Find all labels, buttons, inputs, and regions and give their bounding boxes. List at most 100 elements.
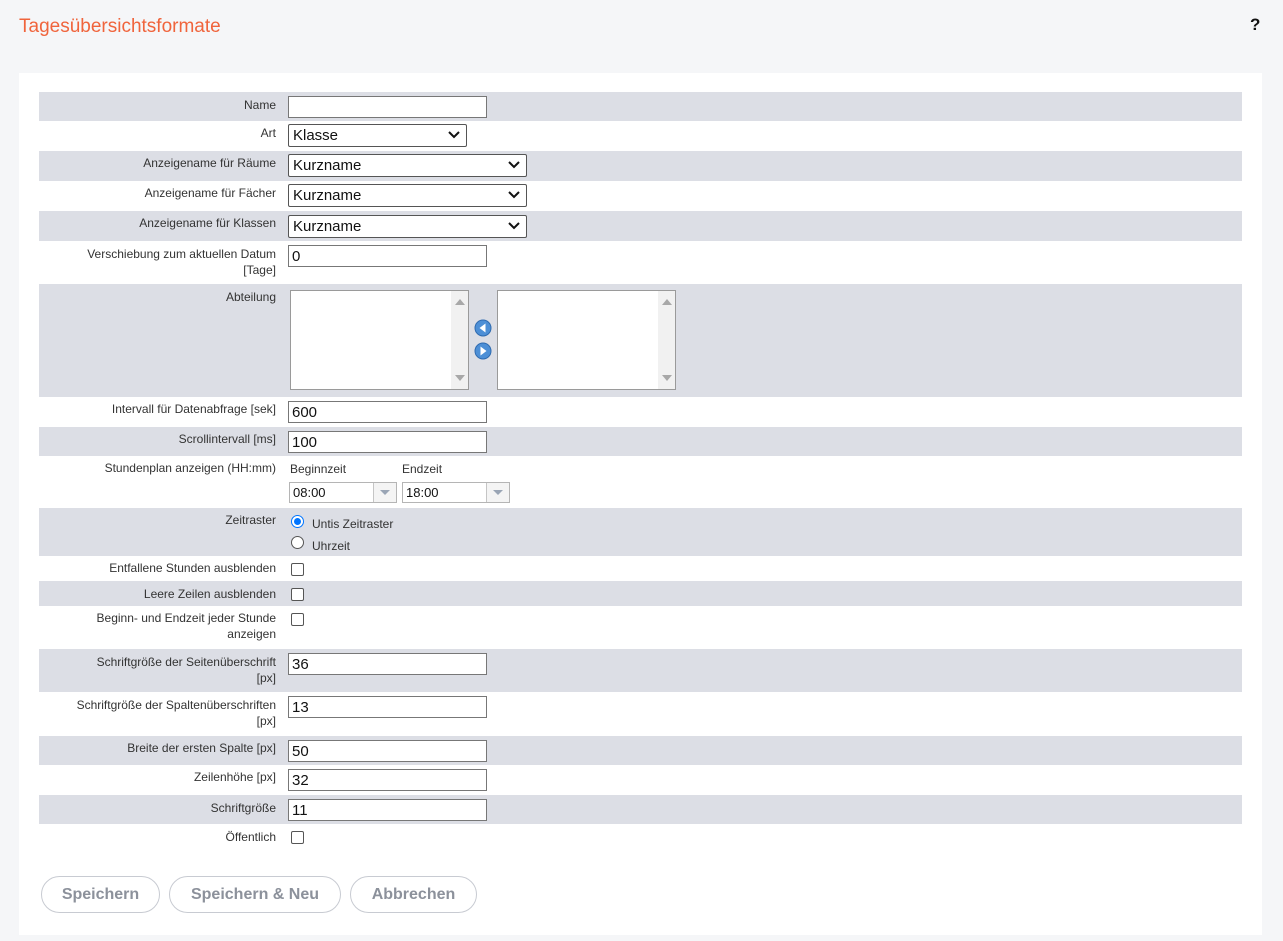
klassen-select[interactable]: Kurzname — [288, 215, 527, 238]
scroll-up-icon[interactable] — [455, 299, 465, 305]
chevron-down-icon — [508, 191, 520, 199]
abteilung-label: Abteilung — [225, 290, 276, 304]
faecher-label: Anzeigename für Fächer — [144, 186, 276, 200]
intervall-input[interactable] — [288, 401, 487, 423]
chevron-down-icon[interactable] — [486, 483, 509, 502]
schrift-seite-label: Schriftgröße der Seitenüberschrift [px] — [36, 654, 276, 686]
radio-untis-zeitraster[interactable] — [291, 515, 304, 528]
begin-time-combo[interactable]: 08:00 — [289, 482, 397, 503]
chevron-down-icon — [448, 131, 460, 139]
row-faecher: Anzeigename für Fächer Kurzname — [39, 181, 1242, 211]
zeilenhoehe-label: Zeilenhöhe [px] — [193, 770, 276, 784]
schrift-seite-label-line2: [px] — [256, 671, 276, 685]
faecher-select[interactable]: Kurzname — [288, 184, 527, 207]
row-art: Art Klasse — [39, 121, 1242, 151]
row-stundenplan: Stundenplan anzeigen (HH:mm) Beginnzeit … — [39, 456, 1242, 508]
beginn-endzeit-label: Beginn- und Endzeit jeder Stunde anzeige… — [36, 610, 276, 642]
row-klassen: Anzeigename für Klassen Kurzname — [39, 211, 1242, 241]
end-time-combo[interactable]: 18:00 — [402, 482, 510, 503]
scrollbar[interactable] — [451, 291, 468, 389]
end-time-label: Endzeit — [402, 462, 443, 476]
leere-checkbox[interactable] — [291, 588, 304, 601]
schriftgroesse-input[interactable] — [288, 799, 487, 821]
row-beginn-endzeit: Beginn- und Endzeit jeder Stunde anzeige… — [39, 606, 1242, 649]
raeume-label: Anzeigename für Räume — [143, 156, 276, 170]
radio-untis-label: Untis Zeitraster — [312, 517, 394, 531]
zeilenhoehe-input[interactable] — [288, 769, 487, 791]
raeume-select-value: Kurzname — [293, 157, 362, 174]
begin-time-label: Beginnzeit — [290, 462, 347, 476]
scroll-label: Scrollintervall [ms] — [178, 432, 276, 446]
name-input[interactable] — [288, 96, 487, 118]
name-label: Name — [243, 98, 276, 112]
schrift-spalte-input[interactable] — [288, 696, 487, 718]
chevron-down-icon — [508, 222, 520, 230]
oeffentlich-label: Öffentlich — [225, 830, 276, 844]
row-abteilung: Abteilung — [39, 284, 1242, 397]
verschiebung-label: Verschiebung zum aktuellen Datum [Tage] — [36, 246, 276, 278]
chevron-down-icon[interactable] — [373, 483, 396, 502]
cancel-button[interactable]: Abbrechen — [350, 876, 477, 913]
scroll-down-icon[interactable] — [455, 375, 465, 381]
scroll-down-icon[interactable] — [662, 375, 672, 381]
intervall-label: Intervall für Datenabfrage [sek] — [111, 402, 276, 416]
leere-label: Leere Zeilen ausblenden — [143, 587, 276, 601]
klassen-label: Anzeigename für Klassen — [139, 216, 276, 230]
form-card: Name Art Klasse Anzeigename für Räume Ku… — [19, 73, 1262, 935]
schrift-seite-label-line1: Schriftgröße der Seitenüberschrift — [96, 655, 276, 669]
oeffentlich-checkbox[interactable] — [291, 831, 304, 844]
entfallene-checkbox[interactable] — [291, 563, 304, 576]
faecher-select-value: Kurzname — [293, 187, 362, 204]
row-schrift-spalte: Schriftgröße der Spaltenüberschriften [p… — [39, 692, 1242, 736]
help-icon[interactable]: ? — [1250, 15, 1260, 35]
abteilung-available-list[interactable] — [290, 290, 469, 390]
schrift-spalte-label-line1: Schriftgröße der Spaltenüberschriften — [76, 698, 276, 712]
verschiebung-label-line1: Verschiebung zum aktuellen Datum — [87, 247, 276, 261]
row-verschiebung: Verschiebung zum aktuellen Datum [Tage] — [39, 241, 1242, 284]
end-time-value: 18:00 — [406, 485, 439, 500]
arrow-right-circle-icon[interactable] — [474, 342, 492, 360]
verschiebung-input[interactable] — [288, 245, 487, 267]
schriftgroesse-label: Schriftgröße — [210, 801, 276, 815]
schrift-seite-input[interactable] — [288, 653, 487, 675]
scrollbar[interactable] — [658, 291, 675, 389]
zeitraster-label: Zeitraster — [225, 513, 276, 527]
arrow-left-circle-icon[interactable] — [474, 319, 492, 337]
radio-uhrzeit[interactable] — [291, 536, 304, 549]
format-form: Name Art Klasse Anzeigename für Räume Ku… — [39, 92, 1242, 854]
scroll-up-icon[interactable] — [662, 299, 672, 305]
row-leere: Leere Zeilen ausblenden — [39, 581, 1242, 606]
row-zeitraster: Zeitraster Untis Zeitraster Uhrzeit — [39, 508, 1242, 556]
row-zeilenhoehe: Zeilenhöhe [px] — [39, 765, 1242, 795]
row-oeffentlich: Öffentlich — [39, 824, 1242, 854]
page-title: Tagesübersichtsformate — [19, 16, 221, 37]
radio-uhrzeit-label: Uhrzeit — [312, 539, 351, 553]
raeume-select[interactable]: Kurzname — [288, 154, 527, 177]
row-intervall: Intervall für Datenabfrage [sek] — [39, 397, 1242, 427]
chevron-down-icon — [508, 161, 520, 169]
klassen-select-value: Kurzname — [293, 218, 362, 235]
beginn-endzeit-label-line1: Beginn- und Endzeit jeder Stunde — [96, 611, 276, 625]
breite-label: Breite der ersten Spalte [px] — [127, 741, 276, 755]
row-entfallene: Entfallene Stunden ausblenden — [39, 556, 1242, 581]
schrift-spalte-label-line2: [px] — [256, 714, 276, 728]
row-raeume: Anzeigename für Räume Kurzname — [39, 151, 1242, 181]
breite-input[interactable] — [288, 740, 487, 762]
row-schriftgroesse: Schriftgröße — [39, 795, 1242, 824]
row-name: Name — [39, 92, 1242, 121]
save-button[interactable]: Speichern — [41, 876, 160, 913]
schrift-spalte-label: Schriftgröße der Spaltenüberschriften [p… — [36, 697, 276, 729]
row-breite: Breite der ersten Spalte [px] — [39, 736, 1242, 765]
art-select[interactable]: Klasse — [288, 124, 467, 147]
save-new-button[interactable]: Speichern & Neu — [169, 876, 341, 913]
art-select-value: Klasse — [293, 127, 339, 144]
art-label: Art — [260, 126, 276, 140]
stundenplan-label: Stundenplan anzeigen (HH:mm) — [104, 461, 276, 475]
row-schrift-seite: Schriftgröße der Seitenüberschrift [px] — [39, 649, 1242, 692]
beginn-endzeit-checkbox[interactable] — [291, 613, 304, 626]
scroll-input[interactable] — [288, 431, 487, 453]
begin-time-value: 08:00 — [293, 485, 326, 500]
row-scroll: Scrollintervall [ms] — [39, 427, 1242, 456]
verschiebung-label-line2: [Tage] — [243, 263, 276, 277]
abteilung-selected-list[interactable] — [497, 290, 676, 390]
